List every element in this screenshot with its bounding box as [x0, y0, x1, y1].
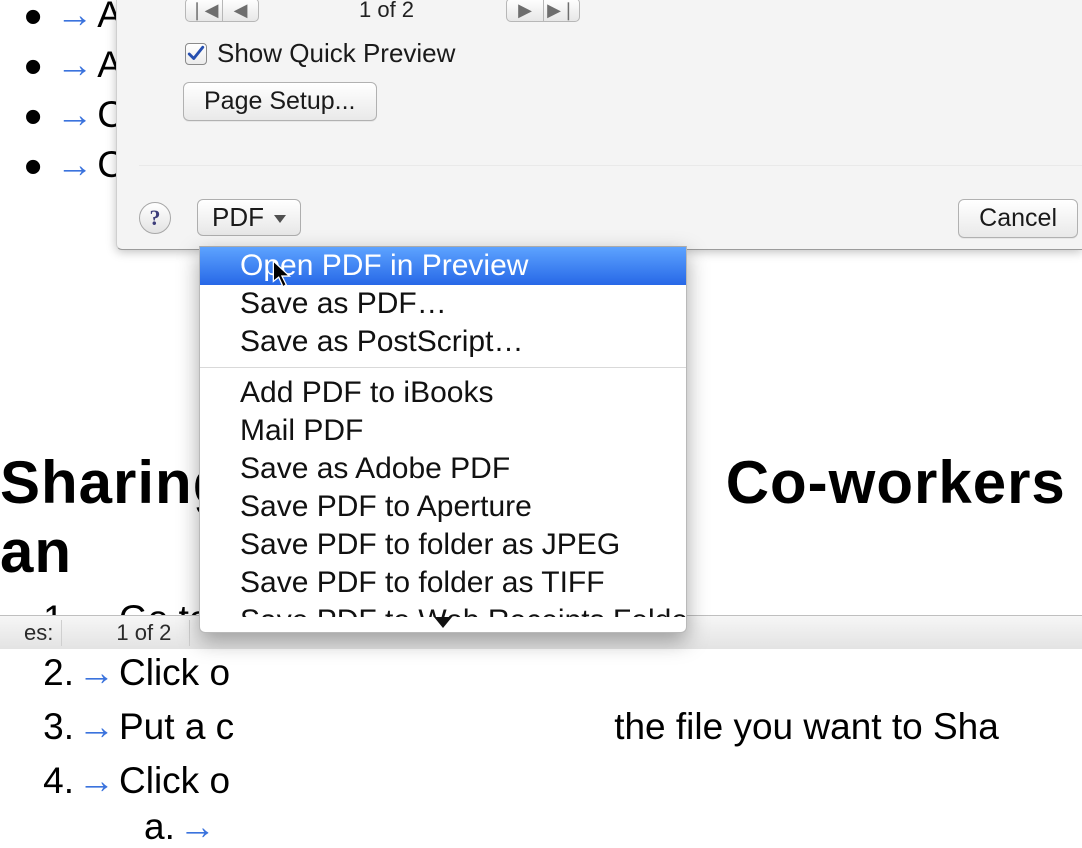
sub-list-item: a.→	[144, 806, 1082, 848]
tab-arrow-icon: →	[56, 144, 93, 185]
menu-item-save-pdf-folder-tiff[interactable]: Save PDF to folder as TIFF	[200, 564, 686, 602]
tab-arrow-icon: →	[56, 44, 93, 85]
first-page-icon[interactable]: ❘◀	[186, 0, 222, 21]
menu-item-save-as-pdf[interactable]: Save as PDF…	[200, 285, 686, 323]
pdf-dropdown-menu[interactable]: Open PDF in Preview Save as PDF… Save as…	[199, 246, 687, 633]
tab-arrow-icon: →	[56, 94, 93, 135]
tab-arrow-icon: →	[179, 806, 216, 847]
menu-scroll-down-indicator[interactable]	[200, 617, 686, 632]
tab-arrow-icon: →	[78, 702, 115, 752]
print-dialog-sheet: ❘◀ ◀ 1 of 2 ▶ ▶❘ Show Quick Preview Page…	[116, 0, 1082, 250]
menu-item-save-pdf-folder-jpeg[interactable]: Save PDF to folder as JPEG	[200, 526, 686, 564]
chevron-down-icon	[274, 215, 286, 223]
preview-pager: ❘◀ ◀ 1 of 2 ▶ ▶❘	[185, 0, 1082, 23]
menu-item-save-pdf-web-receipts[interactable]: Save PDF to Web Receipts Folder	[200, 602, 686, 617]
show-quick-preview-checkbox[interactable]: Show Quick Preview	[185, 38, 455, 69]
tab-arrow-icon: →	[78, 756, 115, 806]
pager-prev-group[interactable]: ❘◀ ◀	[185, 0, 259, 22]
statusbar-page-count: 1 of 2	[98, 620, 190, 646]
help-button[interactable]: ?	[139, 202, 171, 234]
menu-item-save-as-postscript[interactable]: Save as PostScript…	[200, 323, 686, 361]
tab-arrow-icon: →	[78, 648, 115, 698]
menu-item-mail-pdf[interactable]: Mail PDF	[200, 412, 686, 450]
menu-item-add-pdf-to-ibooks[interactable]: Add PDF to iBooks	[200, 374, 686, 412]
list-item: 4.→ Click o	[24, 756, 1082, 806]
pdf-dropdown-label: PDF	[212, 202, 264, 233]
pager-next-group[interactable]: ▶ ▶❘	[506, 0, 580, 22]
statusbar-prefix: es:	[6, 620, 62, 646]
pager-count: 1 of 2	[359, 0, 414, 23]
tab-arrow-icon: →	[56, 0, 93, 35]
show-quick-preview-label: Show Quick Preview	[217, 38, 455, 69]
menu-item-save-pdf-to-aperture[interactable]: Save PDF to Aperture	[200, 488, 686, 526]
list-item: 2.→ Click o	[24, 648, 1082, 698]
pdf-dropdown-button[interactable]: PDF	[197, 199, 301, 236]
list-item: 3.→ Put a c the file you want to Sha	[24, 702, 1082, 752]
chevron-down-icon	[434, 617, 452, 628]
checkbox-checked-icon[interactable]	[185, 43, 207, 65]
cancel-button[interactable]: Cancel	[958, 199, 1078, 238]
sheet-separator	[139, 165, 1082, 166]
page-setup-button[interactable]: Page Setup...	[183, 82, 377, 121]
cursor-icon	[272, 260, 294, 290]
help-icon: ?	[150, 205, 161, 231]
menu-item-save-as-adobe-pdf[interactable]: Save as Adobe PDF	[200, 450, 686, 488]
next-page-icon[interactable]: ▶	[507, 0, 543, 21]
prev-page-icon[interactable]: ◀	[222, 0, 258, 21]
last-page-icon[interactable]: ▶❘	[543, 0, 579, 21]
menu-divider	[200, 367, 686, 368]
